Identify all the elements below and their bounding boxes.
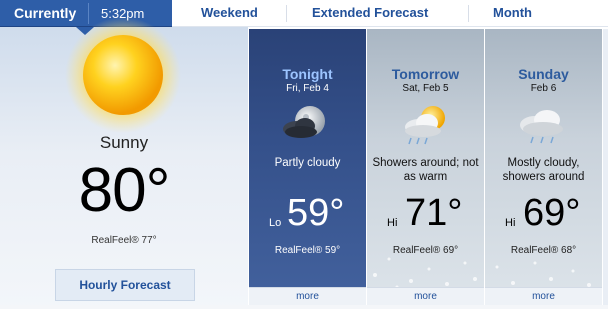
active-tab-pointer: [76, 27, 94, 35]
cloud-rain-icon: [511, 99, 575, 147]
lo-label: Lo: [269, 217, 282, 229]
forecast-day: Tomorrow: [391, 66, 460, 82]
forecast-temp-row: Lo 59°: [249, 192, 366, 238]
moon-cloud-icon: [275, 99, 339, 147]
hi-label: Hi: [387, 217, 398, 229]
forecast-realfeel: RealFeel® 68°: [510, 245, 577, 256]
forecast-realfeel: RealFeel® 59°: [274, 245, 341, 256]
forecast-date: Sat, Feb 5: [402, 83, 449, 94]
tab-extended-forecast[interactable]: Extended Forecast: [312, 5, 428, 20]
current-conditions-panel: Sunny 80° RealFeel® 77° Hourly Forecast: [0, 17, 248, 309]
bottom-edge: [0, 305, 608, 309]
forecast-description: Showers around; not as warm: [372, 157, 479, 183]
tab-month[interactable]: Month: [493, 5, 532, 20]
forecast-temperature: 59°: [287, 192, 345, 234]
more-link[interactable]: more: [367, 287, 484, 305]
forecast-card-tomorrow[interactable]: Tomorrow Sat, Feb 5 Showers around; not …: [367, 29, 484, 305]
sun-cloud-rain-icon: [393, 99, 457, 147]
forecast-realfeel: RealFeel® 69°: [392, 245, 459, 256]
forecast-date: Fri, Feb 4: [286, 83, 329, 94]
forecast-card-tonight[interactable]: Tonight Fri, Feb 4 Partly cloudy Lo 59° …: [249, 29, 366, 305]
forecast-date: Feb 6: [530, 83, 557, 94]
current-temperature: 80°: [78, 156, 171, 225]
forecast-description: Partly cloudy: [274, 157, 341, 169]
forecast-day: Tonight: [282, 66, 333, 82]
hi-label: Hi: [505, 217, 516, 229]
tab-weekend[interactable]: Weekend: [201, 5, 258, 20]
panel-edge: [603, 29, 608, 305]
tab-separator: [286, 5, 287, 22]
rain-drops-decoration: [495, 261, 591, 287]
tab-separator: [468, 5, 469, 22]
current-condition: Sunny: [99, 133, 149, 152]
hourly-forecast-button[interactable]: Hourly Forecast: [55, 269, 195, 301]
forecast-card-sunday[interactable]: Sunday Feb 6 Mostly cloudy, showers arou…: [485, 29, 602, 305]
rain-drops-decoration: [373, 257, 477, 289]
more-link[interactable]: more: [249, 287, 366, 305]
current-realfeel: RealFeel® 77°: [91, 235, 157, 246]
forecast-day: Sunday: [518, 66, 569, 82]
forecast-description: Mostly cloudy, showers around: [502, 157, 585, 183]
more-link[interactable]: more: [485, 287, 602, 305]
